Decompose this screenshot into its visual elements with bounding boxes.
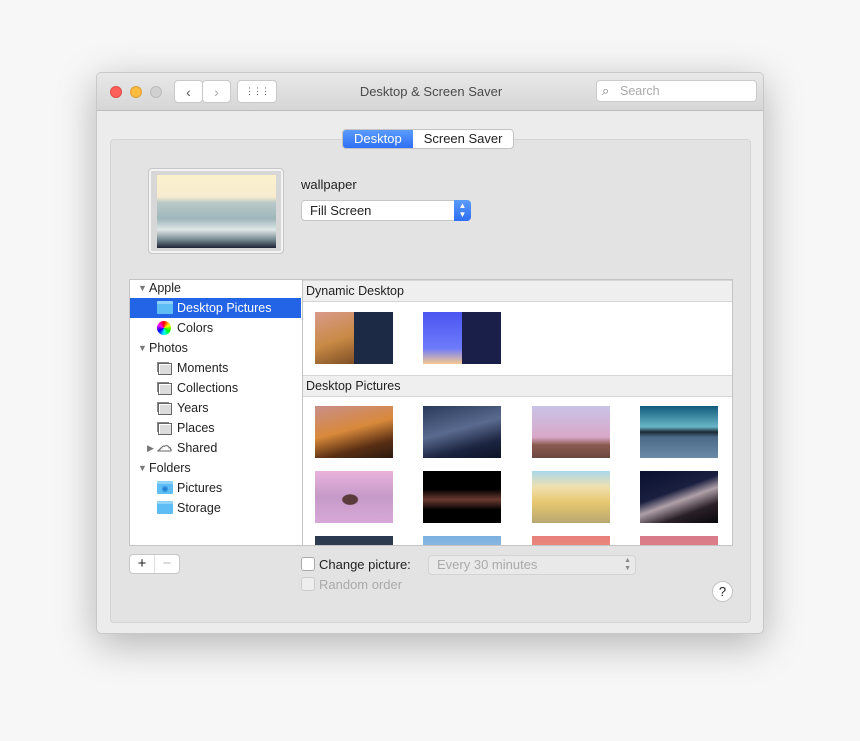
picture-browser: Dynamic Desktop Desktop Pictures [302, 279, 733, 546]
sidebar-item-apple[interactable]: ▼ Apple [130, 278, 301, 298]
desktop-picture-thumbnail[interactable] [532, 536, 610, 545]
interval-select[interactable]: Every 30 minutes ▲ ▼ [428, 555, 636, 575]
search-placeholder: Search [620, 84, 660, 98]
wallpaper-preview [148, 168, 284, 254]
tab-screen-saver[interactable]: Screen Saver [413, 130, 514, 148]
sidebar-item-folders[interactable]: ▼ Folders [130, 458, 301, 478]
sidebar-item-photos[interactable]: ▼ Photos [130, 338, 301, 358]
desktop-picture-thumbnail[interactable] [315, 536, 393, 545]
section-header-dynamic-desktop: Dynamic Desktop [303, 280, 732, 302]
tab-bar: Desktop Screen Saver [342, 129, 515, 149]
desktop-picture-thumbnail[interactable] [423, 406, 501, 458]
sidebar-item-pictures[interactable]: ◉ Pictures [130, 478, 301, 498]
sidebar-item-moments[interactable]: Moments [130, 358, 301, 378]
search-input[interactable]: ⌕ Search [596, 80, 757, 102]
add-folder-button[interactable]: + [130, 555, 155, 573]
desktop-picture-thumbnail[interactable] [423, 471, 501, 523]
sidebar-item-places[interactable]: Places [130, 418, 301, 438]
help-button[interactable]: ? [712, 581, 733, 602]
sidebar-item-desktop-pictures[interactable]: Desktop Pictures [130, 298, 301, 318]
stepper-arrows-icon: ▲ ▼ [454, 200, 471, 221]
album-icon [158, 423, 172, 435]
color-wheel-icon [157, 321, 171, 335]
search-icon: ⌕ [602, 83, 610, 98]
sidebar-item-storage[interactable]: Storage [130, 498, 301, 518]
preferences-window: ‹ › ⋮⋮⋮ Desktop & Screen Saver ⌕ Search … [96, 72, 764, 634]
random-order-checkbox[interactable] [301, 577, 315, 591]
sidebar-item-colors[interactable]: Colors [130, 318, 301, 338]
album-icon [158, 363, 172, 375]
desktop-picture-thumbnail[interactable] [640, 471, 718, 523]
sidebar-item-label: Collections [177, 381, 239, 395]
tab-desktop[interactable]: Desktop [343, 130, 413, 148]
dynamic-desktop-thumbnail[interactable] [423, 312, 501, 364]
photo-folder-icon: ◉ [157, 481, 173, 494]
cloud-icon: ☁ [157, 438, 173, 456]
desktop-picture-thumbnail[interactable] [640, 406, 718, 458]
change-picture-label: Change picture: [319, 557, 411, 572]
interval-value: Every 30 minutes [437, 557, 538, 572]
desktop-picture-thumbnail[interactable] [315, 406, 393, 458]
disclosure-expanded-icon[interactable]: ▼ [138, 278, 147, 298]
sidebar-item-years[interactable]: Years [130, 398, 301, 418]
source-list: ▼ Apple Desktop Pictures Colors ▼ Photos Momen… [129, 279, 302, 546]
fit-mode-select[interactable]: Fill Screen ▲ ▼ [301, 200, 471, 221]
sidebar-item-label: Storage [177, 501, 221, 515]
fit-mode-value: Fill Screen [310, 203, 372, 218]
wallpaper-name: wallpaper [301, 177, 357, 192]
album-icon [158, 403, 172, 415]
change-picture-checkbox[interactable] [301, 557, 315, 571]
sidebar-item-collections[interactable]: Collections [130, 378, 301, 398]
wallpaper-preview-image [157, 175, 276, 248]
section-header-desktop-pictures: Desktop Pictures [303, 375, 732, 397]
remove-folder-button[interactable]: − [155, 555, 179, 573]
desktop-picture-thumbnail[interactable] [423, 536, 501, 545]
album-icon [158, 383, 172, 395]
disclosure-expanded-icon[interactable]: ▼ [138, 338, 147, 358]
folder-icon [157, 501, 173, 514]
random-order-label: Random order [319, 577, 403, 592]
sidebar-item-label: Folders [149, 461, 191, 475]
sidebar-item-label: Photos [149, 341, 188, 355]
sidebar-item-label: Places [177, 421, 215, 435]
sidebar-item-label: Shared [177, 441, 218, 455]
sidebar-item-label: Years [177, 401, 209, 415]
sidebar-item-label: Desktop Pictures [177, 301, 272, 315]
title-bar: ‹ › ⋮⋮⋮ Desktop & Screen Saver ⌕ Search [97, 73, 763, 111]
stepper-arrows-icon: ▲ ▼ [624, 557, 631, 572]
sidebar-item-label: Apple [149, 281, 181, 295]
desktop-picture-thumbnail[interactable] [532, 406, 610, 458]
disclosure-collapsed-icon[interactable]: ▶ [147, 438, 154, 458]
desktop-picture-thumbnail[interactable] [640, 536, 718, 545]
sidebar-item-shared[interactable]: ▶ ☁ Shared [130, 438, 301, 458]
sidebar-item-label: Pictures [177, 481, 223, 495]
add-remove-control: + − [129, 554, 180, 574]
sidebar-item-label: Moments [177, 361, 229, 375]
desktop-picture-thumbnail[interactable] [532, 471, 610, 523]
disclosure-expanded-icon[interactable]: ▼ [138, 458, 147, 478]
desktop-picture-thumbnail[interactable] [315, 471, 393, 523]
dynamic-desktop-thumbnail[interactable] [315, 312, 393, 364]
sidebar-item-label: Colors [177, 321, 214, 335]
folder-icon [157, 301, 173, 314]
